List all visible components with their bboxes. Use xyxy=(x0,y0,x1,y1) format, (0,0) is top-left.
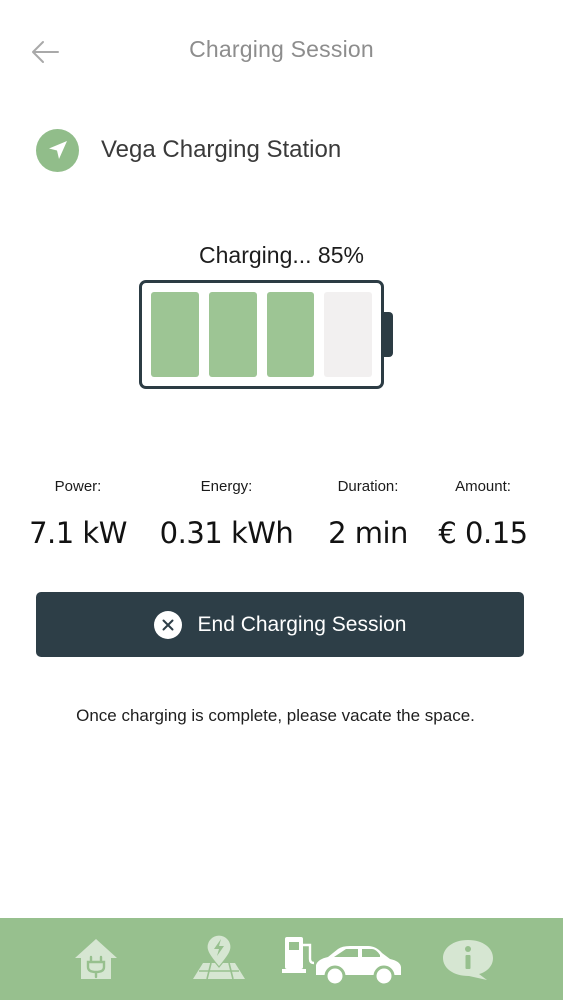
stat-value: 2 min xyxy=(328,516,408,550)
vacate-note: Once charging is complete, please vacate… xyxy=(76,706,475,725)
stat-energy: Energy: 0.31 kWh xyxy=(138,478,315,550)
stat-value: 7.1 kW xyxy=(29,516,127,550)
end-charging-session-button[interactable]: End Charging Session xyxy=(36,592,524,657)
stat-amount: Amount: € 0.15 xyxy=(421,478,545,550)
page-title: Charging Session xyxy=(189,36,374,62)
session-stats: Power: 7.1 kW Energy: 0.31 kWh Duration:… xyxy=(18,478,545,550)
nav-charging[interactable] xyxy=(280,918,405,1000)
stat-value: 0.31 kWh xyxy=(159,516,294,550)
bottom-nav xyxy=(0,918,563,1000)
battery-indicator xyxy=(139,280,384,389)
map-charging-pin-icon xyxy=(193,934,245,980)
header: Charging Session xyxy=(0,0,563,100)
end-button-label: End Charging Session xyxy=(197,612,407,636)
station-row: Vega Charging Station xyxy=(36,128,341,172)
stat-label: Power: xyxy=(54,478,102,495)
stat-duration: Duration: 2 min xyxy=(315,478,421,550)
stat-value: € 0.15 xyxy=(438,516,528,550)
battery-cell-2 xyxy=(208,292,257,377)
battery-cell-1 xyxy=(151,292,199,377)
station-name: Vega Charging Station xyxy=(101,136,342,163)
battery-cell-4 xyxy=(324,292,372,377)
home-plug-icon xyxy=(75,939,117,979)
stat-power: Power: 7.1 kW xyxy=(18,478,138,550)
battery-cell-3 xyxy=(266,292,315,377)
battery-terminal xyxy=(384,312,393,357)
info-bubble-icon xyxy=(443,940,493,980)
nav-info[interactable] xyxy=(434,918,502,1000)
stat-label: Amount: xyxy=(455,478,511,495)
stat-label: Energy: xyxy=(200,478,253,495)
stat-label: Duration: xyxy=(337,478,399,495)
charging-status: Charging... 85% xyxy=(199,242,364,268)
close-circle-icon xyxy=(153,610,182,639)
charger-car-icon xyxy=(282,937,401,987)
nav-map[interactable] xyxy=(183,918,255,1000)
nav-home[interactable] xyxy=(60,918,132,1000)
navigation-arrow-icon xyxy=(36,128,79,172)
